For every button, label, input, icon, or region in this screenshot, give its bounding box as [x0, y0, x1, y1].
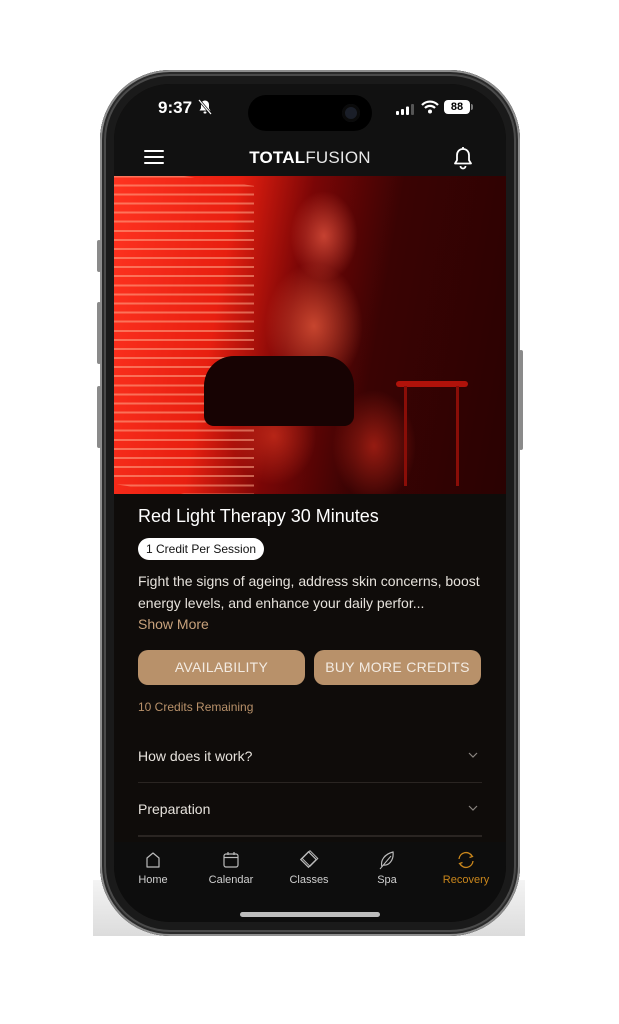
status-time: 9:37: [158, 98, 193, 117]
volume-down-button: [97, 386, 101, 448]
credits-remaining: 10 Credits Remaining: [138, 700, 254, 714]
recovery-icon: [458, 851, 474, 869]
status-bar: 9:37 88: [114, 84, 506, 134]
tab-label: Spa: [377, 874, 397, 886]
availability-button[interactable]: AVAILABILITY: [138, 650, 305, 685]
classes-icon: [299, 850, 319, 869]
buy-more-credits-button[interactable]: BUY MORE CREDITS: [314, 650, 481, 685]
bell-icon[interactable]: [452, 146, 474, 170]
hero-image: [114, 176, 506, 494]
tab-label: Classes: [289, 874, 329, 886]
accordion-how-it-works[interactable]: How does it work?: [138, 730, 482, 783]
wifi-icon: [421, 100, 439, 114]
tab-classes[interactable]: Classes: [274, 850, 344, 886]
service-title: Red Light Therapy 30 Minutes: [138, 506, 379, 526]
leaf-icon: [379, 851, 394, 870]
cellular-signal-icon: [396, 104, 414, 115]
tab-spa[interactable]: Spa: [352, 850, 422, 886]
accordion-label: How does it work?: [138, 748, 253, 764]
power-button: [519, 350, 523, 450]
tab-calendar[interactable]: Calendar: [196, 850, 266, 886]
tab-label: Recovery: [442, 874, 490, 886]
hero-figure-shorts: [204, 356, 354, 426]
home-icon: [146, 852, 160, 868]
volume-up-button: [97, 302, 101, 364]
chevron-down-icon: [468, 805, 478, 811]
chevron-down-icon: [468, 752, 478, 758]
action-button: [97, 240, 101, 272]
dynamic-island: [248, 95, 372, 131]
front-camera: [342, 104, 360, 122]
credit-badge: 1 Credit Per Session: [138, 538, 265, 560]
light-bed-panels: [114, 176, 254, 494]
service-description: Fight the signs of ageing, address skin …: [138, 573, 480, 611]
tab-label: Home: [138, 874, 168, 886]
bell-slash-icon: [198, 99, 212, 115]
brand-logo: TOTALFUSION: [114, 148, 506, 168]
home-indicator[interactable]: [240, 912, 380, 917]
app-header: TOTALFUSION: [114, 134, 506, 176]
tab-recovery[interactable]: Recovery: [431, 850, 501, 886]
bottom-tab-bar: Home Calendar Classes Spa Recovery: [114, 842, 506, 922]
accordion-preparation[interactable]: Preparation: [138, 783, 482, 837]
tab-label: Calendar: [208, 874, 254, 886]
tab-home[interactable]: Home: [118, 850, 188, 886]
logo-bold: TOTAL: [249, 148, 306, 167]
battery-tip: [471, 104, 473, 110]
calendar-icon: [223, 852, 239, 868]
logo-light: FUSION: [305, 148, 371, 167]
accordion-label: Preparation: [138, 801, 211, 817]
battery-level: 88: [444, 100, 470, 114]
hero-table-leg: [404, 386, 407, 486]
show-more-link[interactable]: Show More: [138, 616, 209, 632]
app-screen: 9:37 88 TOTALFUSION Red Light Therapy 30…: [114, 84, 506, 922]
hero-table-leg: [456, 386, 459, 486]
